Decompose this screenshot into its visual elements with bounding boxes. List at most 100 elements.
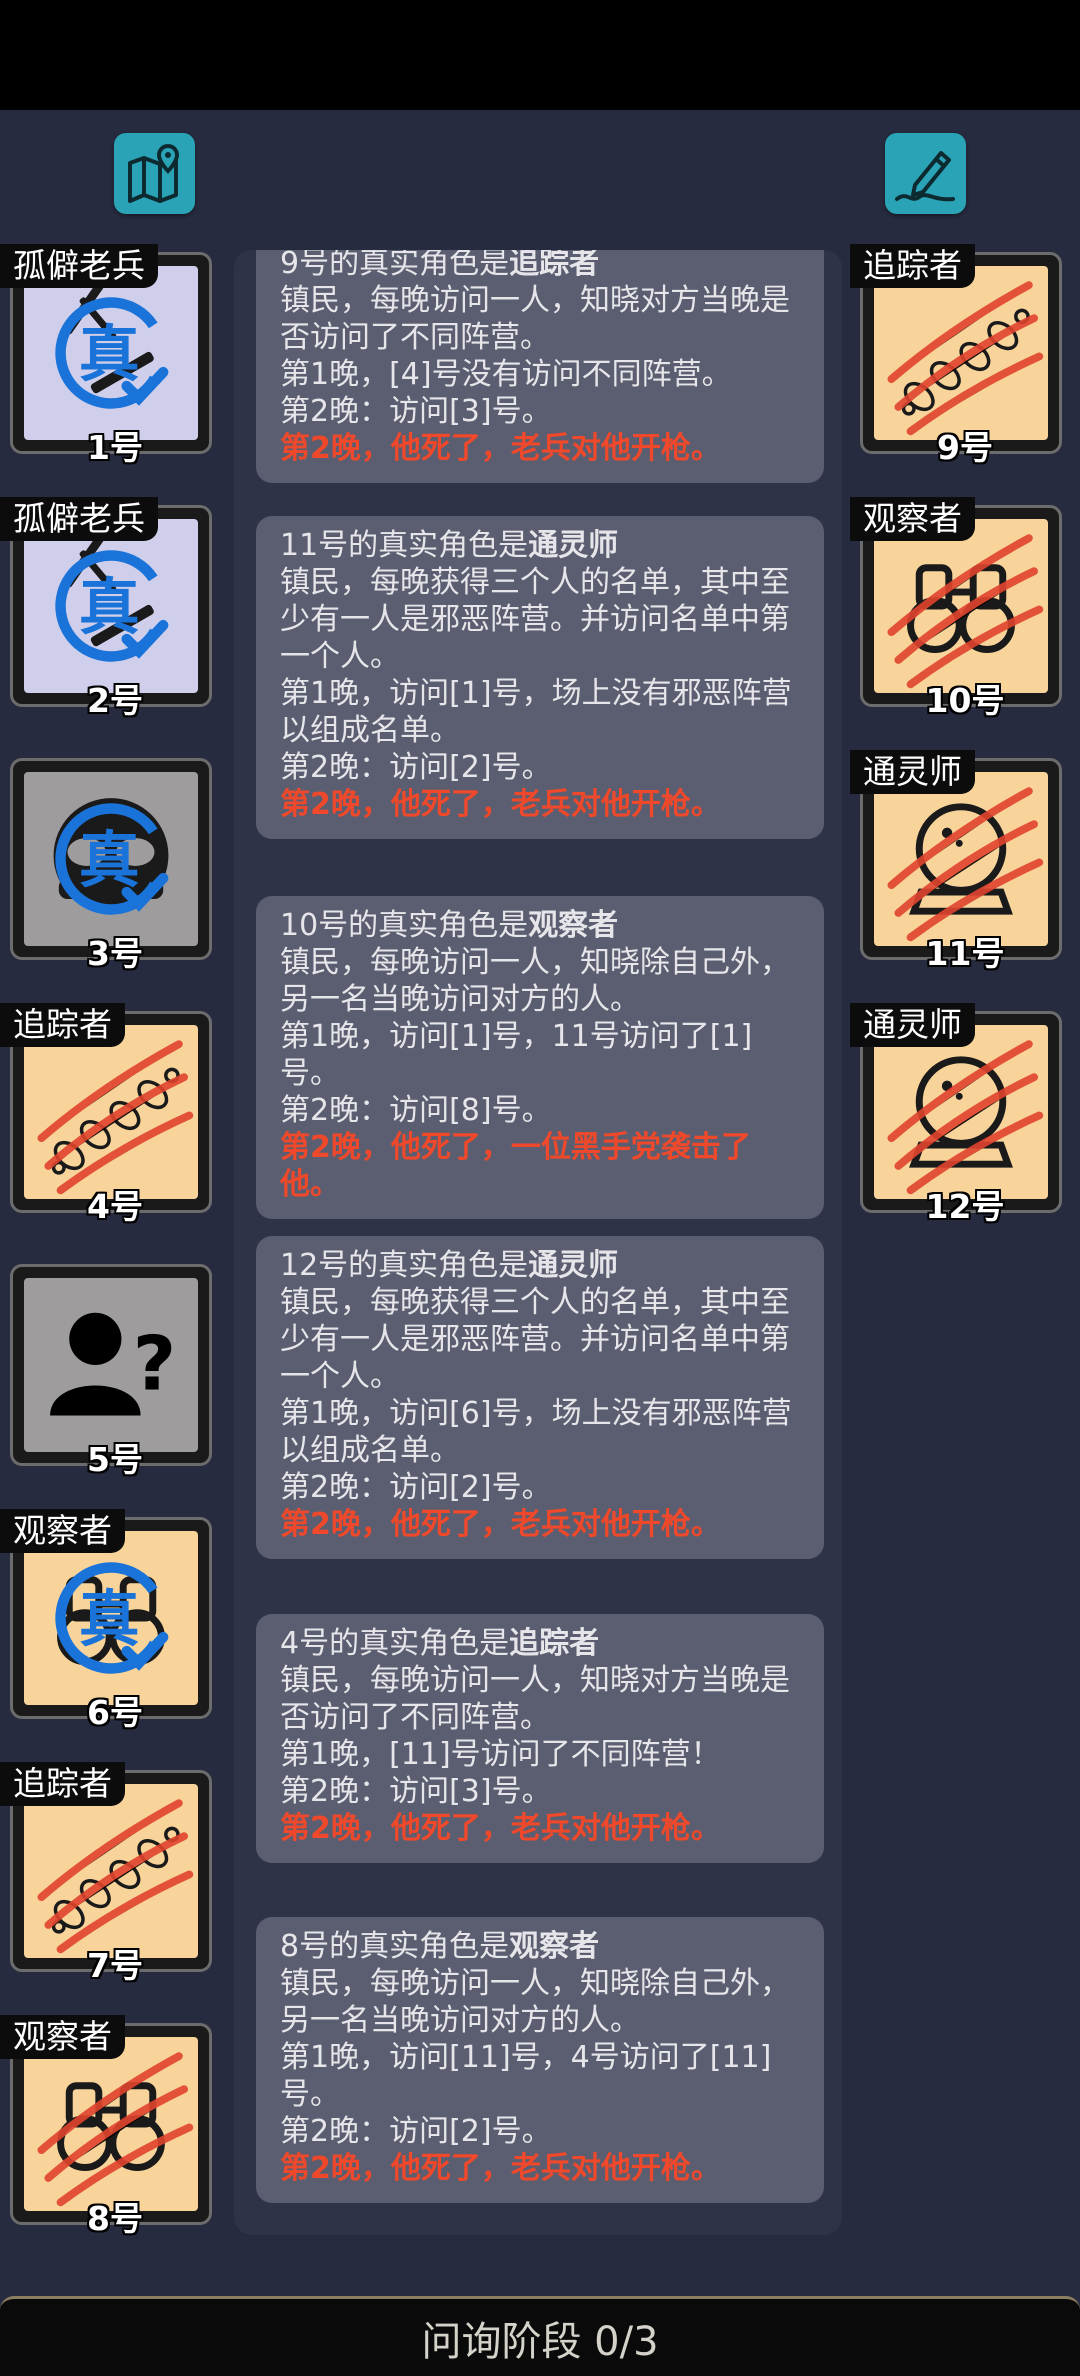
log-death-line: 第2晚，他死了，一位黑手党袭击了他。 [280, 1130, 751, 1202]
log-line: 第2晚：访问[2]号。 [280, 2114, 552, 2149]
truth-badge-label: 真 [79, 572, 140, 643]
card-role-label: 观察者 [0, 2015, 125, 2059]
log-line: 第1晚，[4]号没有访问不同阵营。 [280, 357, 732, 392]
rifle-icon: 真 [55, 530, 169, 662]
log-death-line: 第2晚，他死了，老兵对他开枪。 [280, 1507, 721, 1542]
player-card[interactable]: 通灵师 11号 [850, 750, 1062, 973]
player-card[interactable]: 通灵师 12号 [850, 1003, 1062, 1226]
card-role-label: 通灵师 [850, 1003, 975, 1047]
log-line: 第1晚，[11]号访问了不同阵营！ [280, 1737, 721, 1772]
binoculars-icon [37, 2052, 194, 2207]
reveal-log-entry: 10号的真实角色是观察者 镇民，每晚访问一人，知晓除自己外，另一名当晚访问对方的人… [256, 896, 824, 1219]
player-card[interactable]: 真 观察者 6号 [0, 1509, 212, 1732]
map-icon [128, 143, 180, 203]
log-death-line: 第2晚，他死了，老兵对他开枪。 [280, 1811, 721, 1846]
log-role: 通灵师 [528, 1248, 619, 1283]
binoculars-icon: 真 [55, 1562, 169, 1674]
card-role-label: 孤僻老兵 [0, 497, 158, 541]
card-role-label: 追踪者 [0, 1003, 125, 1047]
log-lead: 10号的真实角色是 [280, 908, 529, 943]
log-line: 镇民，每晚获得三个人的名单，其中至少有一人是邪恶阵营。并访问名单中第一个人。 [280, 1285, 790, 1394]
log-line: 镇民，每晚访问一人，知晓对方当晚是否访问了不同阵营。 [280, 1663, 790, 1735]
log-death-line: 第2晚，他死了，老兵对他开枪。 [280, 431, 721, 466]
log-line: 镇民，每晚访问一人，知晓除自己外，另一名当晚访问对方的人。 [280, 945, 790, 1017]
log-lead: 9号的真实角色是 [280, 250, 510, 281]
truth-badge-icon: 真 [55, 550, 169, 662]
player-card[interactable]: 追踪者 7号 [0, 1762, 212, 1985]
log-line: 第2晚：访问[3]号。 [280, 1774, 552, 1809]
truth-badge-label: 真 [79, 1584, 140, 1655]
map-button[interactable] [114, 133, 195, 214]
player-card[interactable]: 真 孤僻老兵 2号 [0, 497, 212, 720]
card-frame: 真 [10, 758, 212, 960]
player-number: 10号 [925, 681, 1005, 720]
truth-badge-label: 真 [79, 825, 140, 896]
truth-badge-label: 真 [79, 319, 140, 390]
card-role-label: 观察者 [0, 1509, 125, 1553]
card-role-label: 观察者 [850, 497, 975, 541]
log-role: 观察者 [509, 1929, 600, 1964]
phase-label: 问询阶段 0/3 [421, 2319, 659, 2365]
reveal-log-entry: 11号的真实角色是通灵师 镇民，每晚获得三个人的名单，其中至少有一人是邪恶阵营。并… [256, 516, 824, 839]
player-number: 1号 [87, 428, 143, 467]
log-lead: 12号的真实角色是 [280, 1248, 529, 1283]
log-role: 观察者 [528, 908, 619, 943]
player-number: 9号 [937, 428, 993, 467]
player-number: 12号 [925, 1187, 1005, 1226]
notes-icon [895, 151, 955, 202]
log-line: 第1晚，访问[1]号，场上没有邪恶阵营以组成名单。 [280, 676, 792, 748]
player-number: 2号 [87, 681, 143, 720]
truth-badge-icon: 真 [55, 297, 169, 409]
card-role-label: 追踪者 [0, 1762, 125, 1806]
player-card[interactable]: 观察者 10号 [850, 497, 1062, 720]
player-number: 6号 [87, 1693, 143, 1732]
player-number: 11号 [925, 934, 1005, 973]
log-line: 第2晚：访问[2]号。 [280, 1470, 552, 1505]
notes-button[interactable] [885, 133, 966, 214]
truth-badge-icon: 真 [55, 1562, 169, 1674]
log-lead: 8号的真实角色是 [280, 1929, 510, 1964]
log-line: 镇民，每晚访问一人，知晓对方当晚是否访问了不同阵营。 [280, 283, 790, 355]
spy-icon: 真 [53, 798, 169, 915]
log-role: 通灵师 [528, 528, 619, 563]
svg-text:?: ? [133, 1320, 176, 1407]
card-role-label: 通灵师 [850, 750, 975, 794]
player-number: 4号 [87, 1187, 143, 1226]
log-death-line: 第2晚，他死了，老兵对他开枪。 [280, 787, 721, 822]
status-bar [0, 0, 1080, 110]
player-card[interactable]: 观察者 8号 [0, 2015, 212, 2238]
crystal-ball-icon [887, 1040, 1044, 1195]
player-card[interactable]: 追踪者 4号 [0, 1003, 212, 1226]
player-card[interactable]: ? 5号 [0, 1264, 212, 1479]
log-line: 第2晚：访问[8]号。 [280, 1093, 552, 1128]
phase-bar: 问询阶段 0/3 [0, 2296, 1080, 2376]
unknown-icon: ? [50, 1312, 176, 1416]
log-line: 第1晚，访问[11]号，4号访问了[11]号。 [280, 2040, 772, 2112]
footprints-icon [37, 1799, 194, 1954]
reveal-log-entry: 4号的真实角色是追踪者 镇民，每晚访问一人，知晓对方当晚是否访问了不同阵营。 第1晚… [256, 1614, 824, 1863]
binoculars-icon [887, 534, 1044, 689]
log-line: 镇民，每晚访问一人，知晓除自己外，另一名当晚访问对方的人。 [280, 1966, 790, 2038]
reveal-log-panel[interactable]: 9号的真实角色是追踪者 镇民，每晚访问一人，知晓对方当晚是否访问了不同阵营。 第1晚… [234, 250, 842, 2235]
card-frame: ? [10, 1264, 212, 1466]
reveal-log-entry: 8号的真实角色是观察者 镇民，每晚访问一人，知晓除自己外，另一名当晚访问对方的人。… [256, 1917, 824, 2203]
log-role: 追踪者 [509, 250, 600, 281]
player-number: 7号 [87, 1946, 143, 1985]
footprints-icon [887, 281, 1044, 436]
card-role-label: 追踪者 [850, 244, 975, 288]
log-lead: 11号的真实角色是 [280, 528, 529, 563]
card-role-label: 孤僻老兵 [0, 244, 158, 288]
player-card[interactable]: 追踪者 9号 [850, 244, 1062, 467]
log-line: 第2晚：访问[3]号。 [280, 394, 552, 429]
player-number: 3号 [87, 934, 143, 973]
crystal-ball-icon [887, 787, 1044, 942]
log-line: 第1晚，访问[6]号，场上没有邪恶阵营以组成名单。 [280, 1396, 792, 1468]
reveal-log-entry: 12号的真实角色是通灵师 镇民，每晚获得三个人的名单，其中至少有一人是邪恶阵营。并… [256, 1236, 824, 1559]
rifle-icon: 真 [55, 277, 169, 409]
player-card[interactable]: 真 孤僻老兵 1号 [0, 244, 212, 467]
player-card[interactable]: 真 3号 [0, 758, 212, 973]
log-lead: 4号的真实角色是 [280, 1626, 510, 1661]
log-line: 镇民，每晚获得三个人的名单，其中至少有一人是邪恶阵营。并访问名单中第一个人。 [280, 565, 790, 674]
log-role: 追踪者 [509, 1626, 600, 1661]
log-line: 第1晚，访问[1]号，11号访问了[1]号。 [280, 1019, 753, 1091]
